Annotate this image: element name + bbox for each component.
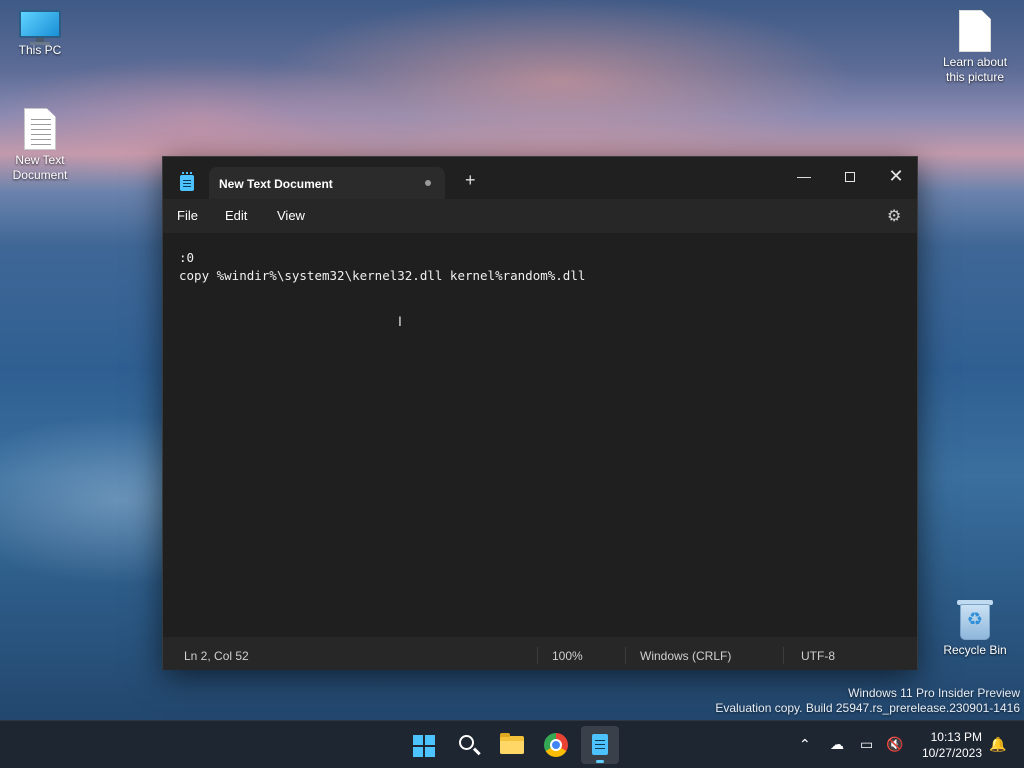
recycle-bin-icon: ♻	[957, 598, 993, 640]
notepad-taskbar-button[interactable]	[581, 726, 619, 764]
text-editor[interactable]: :0 copy %windir%\system32\kernel32.dll k…	[163, 233, 917, 637]
search-button[interactable]	[449, 726, 487, 764]
desktop-icon-learn-about-picture[interactable]: Learn about this picture	[935, 10, 1015, 85]
desktop-icon-label: Recycle Bin	[943, 643, 1007, 657]
chrome-icon	[544, 733, 568, 757]
status-bar: Ln 2, Col 52 100% Windows (CRLF) UTF-8	[163, 641, 917, 670]
status-divider	[625, 647, 626, 664]
notification-bell-icon[interactable]: 🔔	[989, 735, 1006, 753]
notepad-icon	[592, 734, 608, 755]
network-icon[interactable]: ▭	[860, 735, 873, 753]
desktop-icon-label: Learn about this picture	[942, 55, 1008, 84]
chrome-button[interactable]	[537, 726, 575, 764]
desktop-icon-label: New Text Document	[12, 153, 68, 182]
search-icon	[459, 735, 474, 750]
menu-view[interactable]: View	[277, 208, 305, 223]
menu-edit[interactable]: Edit	[225, 208, 247, 223]
clock-date: 10/27/2023	[921, 746, 982, 760]
status-divider	[783, 647, 784, 664]
menu-bar: File Edit View ⚙	[163, 199, 917, 233]
notepad-window: New Text Document + — ✕ File Edit View ⚙…	[162, 156, 918, 670]
encoding[interactable]: UTF-8	[801, 649, 835, 663]
maximize-icon	[845, 172, 855, 183]
desktop-icon-label: This PC	[18, 43, 62, 57]
watermark-line-2: Evaluation copy. Build 25947.rs_prerelea…	[715, 701, 1020, 715]
document-tab[interactable]: New Text Document	[209, 167, 445, 199]
editor-line-2: copy %windir%\system32\kernel32.dll kern…	[179, 268, 586, 283]
start-icon	[413, 735, 435, 757]
close-button[interactable]: ✕	[873, 161, 919, 191]
learn-picture-icon	[959, 10, 991, 52]
settings-gear-icon[interactable]: ⚙	[887, 206, 901, 226]
text-document-icon	[24, 108, 56, 150]
taskbar: ⌃ ☁ ▭ 🔇 10:13 PM 10/27/2023 🔔	[0, 720, 1024, 768]
tab-title: New Text Document	[219, 177, 333, 191]
new-tab-button[interactable]: +	[465, 171, 476, 189]
line-ending[interactable]: Windows (CRLF)	[640, 649, 731, 663]
clock-time: 10:13 PM	[930, 730, 982, 744]
close-icon: ✕	[888, 166, 904, 186]
editor-line-1: :0	[179, 250, 195, 265]
minimize-icon: —	[797, 168, 811, 184]
cursor-position: Ln 2, Col 52	[184, 649, 249, 663]
this-pc-icon	[19, 10, 61, 45]
notepad-app-icon	[180, 172, 194, 191]
status-divider	[537, 647, 538, 664]
desktop-icon-recycle-bin[interactable]: ♻ Recycle Bin	[935, 598, 1015, 658]
onedrive-offline-icon[interactable]: ☁	[830, 735, 844, 753]
clock[interactable]: 10:13 PM 10/27/2023	[910, 729, 982, 761]
maximize-button[interactable]	[827, 161, 873, 191]
title-bar[interactable]: New Text Document + — ✕	[163, 157, 917, 199]
minimize-button[interactable]: —	[781, 161, 827, 191]
start-button[interactable]	[405, 726, 443, 764]
evaluation-watermark: Windows 11 Pro Insider Preview Evaluatio…	[715, 686, 1020, 716]
text-cursor-icon: I	[398, 313, 402, 329]
menu-file[interactable]: File	[177, 208, 198, 223]
zoom-level[interactable]: 100%	[552, 649, 583, 663]
desktop-icon-new-text-document[interactable]: New Text Document	[0, 108, 80, 183]
watermark-line-1: Windows 11 Pro Insider Preview	[848, 686, 1020, 700]
file-explorer-icon	[500, 733, 524, 754]
file-explorer-button[interactable]	[493, 726, 531, 764]
desktop-icon-this-pc[interactable]: This PC	[0, 10, 80, 58]
tray-chevron-up-icon[interactable]: ⌃	[799, 735, 811, 753]
volume-muted-icon[interactable]: 🔇	[886, 735, 903, 753]
unsaved-indicator-icon[interactable]	[425, 180, 431, 186]
